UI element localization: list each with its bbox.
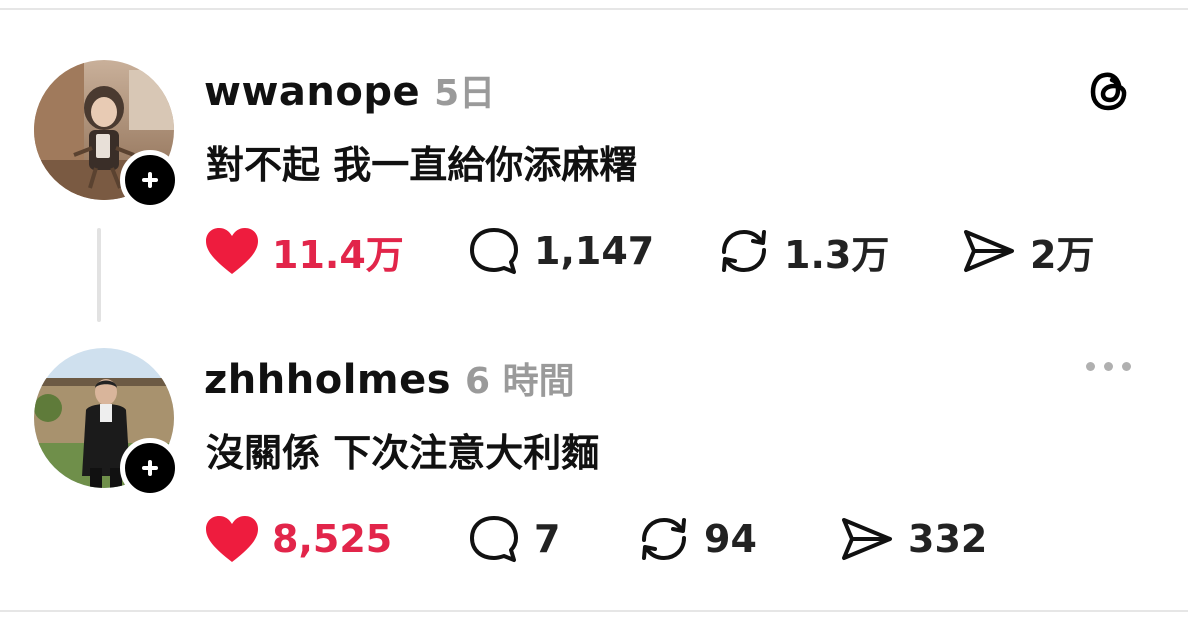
- share-button[interactable]: 332: [838, 514, 987, 564]
- dot: [1122, 362, 1131, 371]
- dot: [1104, 362, 1113, 371]
- follow-plus-button[interactable]: [120, 150, 180, 210]
- repost-button[interactable]: 1.3万: [716, 226, 890, 277]
- post-header: zhhholmes 6 時間: [204, 352, 575, 403]
- comment-bubble-icon: [468, 226, 522, 276]
- like-button[interactable]: 8,525: [204, 514, 392, 564]
- repost-count: 1.3万: [784, 232, 890, 277]
- repost-count: 94: [704, 517, 757, 561]
- username[interactable]: zhhholmes: [204, 357, 451, 403]
- like-count: 11.4万: [272, 232, 404, 277]
- username[interactable]: wwanope: [204, 69, 420, 115]
- follow-plus-button[interactable]: [120, 438, 180, 498]
- repost-button[interactable]: 94: [636, 514, 757, 564]
- post-time: 5日: [434, 73, 496, 114]
- dot: [1086, 362, 1095, 371]
- share-count: 2万: [1030, 232, 1095, 277]
- share-count: 332: [908, 517, 988, 561]
- thread-connector-line: [97, 228, 101, 322]
- repost-icon: [636, 514, 692, 564]
- comment-count: 1,147: [534, 229, 655, 273]
- send-icon: [838, 514, 896, 564]
- repost-icon: [716, 226, 772, 276]
- post-text: 對不起 我一直給你添麻糬: [206, 143, 638, 187]
- comment-bubble-icon: [468, 514, 522, 564]
- send-icon: [960, 226, 1018, 276]
- top-divider: [0, 8, 1188, 10]
- comment-count: 7: [534, 517, 561, 561]
- like-count: 8,525: [272, 517, 393, 561]
- more-options-icon[interactable]: [1086, 362, 1131, 371]
- bottom-divider: [0, 610, 1188, 612]
- share-button[interactable]: 2万: [960, 226, 1095, 277]
- comment-button[interactable]: 7: [468, 514, 560, 564]
- post-time: 6 時間: [465, 361, 575, 402]
- post-text: 沒關係 下次注意大利麵: [206, 431, 600, 475]
- heart-icon: [204, 514, 260, 564]
- threads-logo-icon[interactable]: [1086, 68, 1132, 118]
- heart-icon: [204, 226, 260, 276]
- post-header: wwanope 5日: [204, 64, 496, 115]
- like-button[interactable]: 11.4万: [204, 226, 404, 277]
- comment-button[interactable]: 1,147: [468, 226, 654, 276]
